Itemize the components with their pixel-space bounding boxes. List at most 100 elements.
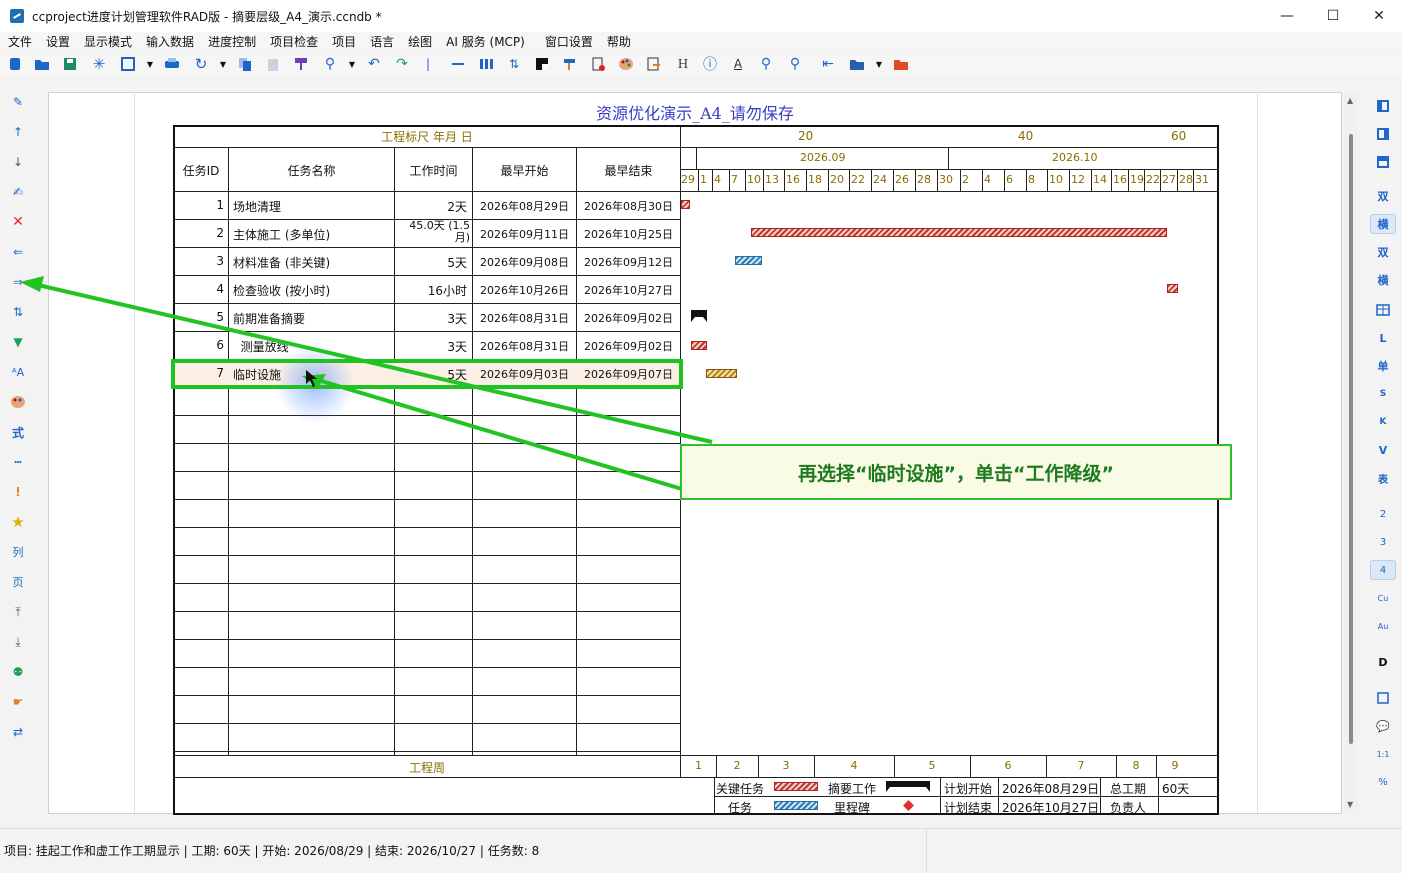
arrow-up-icon[interactable]: ↑ <box>10 124 26 140</box>
move-top-icon[interactable]: ⤒ <box>10 604 26 620</box>
table-icon[interactable] <box>1370 300 1396 320</box>
task-end-cell[interactable]: 2026年09月12日 <box>577 254 680 270</box>
new-file-icon[interactable] <box>7 56 23 72</box>
redo-icon[interactable]: ↷ <box>394 56 410 72</box>
menu-project-check[interactable]: 项目检查 <box>270 33 318 50</box>
menu-project[interactable]: 项目 <box>332 33 356 50</box>
task-start-cell[interactable]: 2026年10月26日 <box>473 282 576 298</box>
au-button[interactable]: Au <box>1370 616 1396 636</box>
scroll-down-icon[interactable]: ▼ <box>1347 800 1353 809</box>
mode-double-button[interactable]: 双 <box>1370 186 1396 206</box>
task-duration-cell[interactable]: 3天 <box>397 310 467 327</box>
palette-icon[interactable] <box>10 394 26 410</box>
task-end-cell[interactable]: 2026年08月30日 <box>577 198 680 214</box>
filter-icon[interactable]: ▼ <box>10 334 26 350</box>
back-icon[interactable]: ⇤ <box>820 56 836 72</box>
swap-icon[interactable]: ⇅ <box>10 304 26 320</box>
menu-language[interactable]: 语言 <box>370 33 394 50</box>
mode-v-button[interactable]: V <box>1370 440 1396 460</box>
task-id-cell[interactable]: 6 <box>174 338 224 352</box>
mode-table-button[interactable]: 表 <box>1370 468 1396 488</box>
task-name-cell[interactable]: 前期准备摘要 <box>233 310 393 327</box>
mode-k-button[interactable]: K <box>1370 412 1396 432</box>
gantt-bar-task-7[interactable] <box>706 369 737 378</box>
task-start-cell[interactable]: 2026年08月31日 <box>473 310 576 326</box>
dropdown-arrow-icon[interactable]: ▼ <box>871 56 887 72</box>
task-id-cell[interactable]: 4 <box>174 282 224 296</box>
arrow-down-icon[interactable]: ↓ <box>10 154 26 170</box>
gantt-bar-task-3[interactable] <box>735 256 762 265</box>
task-name-cell[interactable]: 检查验收 (按小时) <box>233 282 393 299</box>
task-duration-cell[interactable]: 5天 <box>397 254 467 271</box>
close-button[interactable]: ✕ <box>1356 0 1402 32</box>
image-export-icon[interactable] <box>120 56 136 72</box>
copy-icon[interactable] <box>237 56 253 72</box>
menu-file[interactable]: 文件 <box>8 33 32 50</box>
column-icon[interactable]: 列 <box>10 544 26 560</box>
gantt-summary-bar-task-5[interactable] <box>691 310 707 322</box>
task-name-cell[interactable]: 场地清理 <box>233 198 393 215</box>
report-icon[interactable] <box>590 56 606 72</box>
layout-icon[interactable] <box>1370 96 1396 116</box>
red-folder-icon[interactable] <box>893 56 909 72</box>
level-3-button[interactable]: 3 <box>1370 532 1396 552</box>
dropdown-arrow-icon[interactable]: ▼ <box>142 56 158 72</box>
menu-draw[interactable]: 绘图 <box>408 33 432 50</box>
task-id-cell[interactable]: 2 <box>174 226 224 240</box>
paste-icon[interactable] <box>265 56 281 72</box>
edit-note-icon[interactable] <box>646 56 662 72</box>
mode-single-button[interactable]: 单 <box>1370 356 1396 376</box>
folder-icon[interactable] <box>849 56 865 72</box>
hand-icon[interactable]: ☛ <box>10 694 26 710</box>
menu-display-mode[interactable]: 显示模式 <box>84 33 132 50</box>
font-size-icon[interactable]: ᴬA <box>10 364 26 380</box>
task-start-cell[interactable]: 2026年09月08日 <box>473 254 576 270</box>
task-duration-cell[interactable]: 45.0天 (1.5月) <box>397 220 470 244</box>
task-end-cell[interactable]: 2026年09月02日 <box>577 310 680 326</box>
dropdown-arrow-icon[interactable]: ▼ <box>344 56 360 72</box>
warning-icon[interactable]: ! <box>10 484 26 500</box>
gantt-bar-task-2[interactable] <box>751 228 1167 237</box>
contrast-icon[interactable] <box>534 56 550 72</box>
font-icon[interactable]: A <box>730 56 746 72</box>
brush-icon[interactable] <box>562 56 578 72</box>
d-button[interactable]: D <box>1370 652 1396 672</box>
zoom-in-icon[interactable]: ⚲ <box>787 56 803 72</box>
box-icon[interactable] <box>1370 688 1396 708</box>
gantt-bar-task-4[interactable] <box>1167 284 1178 293</box>
move-bottom-icon[interactable]: ⤓ <box>10 634 26 650</box>
task-end-cell[interactable]: 2026年10月27日 <box>577 282 680 298</box>
upgrade-icon[interactable]: ⇐ <box>10 244 26 260</box>
menu-help[interactable]: 帮助 <box>607 33 631 50</box>
task-name-cell[interactable]: 主体施工 (多单位) <box>233 226 393 243</box>
dropdown-arrow-icon[interactable]: ▼ <box>215 56 231 72</box>
edit-icon[interactable]: ✍ <box>10 184 26 200</box>
refresh-icon[interactable]: ↻ <box>193 55 209 73</box>
gantt-bar-task-6[interactable] <box>691 341 707 350</box>
level-4-button[interactable]: 4 <box>1370 560 1396 580</box>
star-icon[interactable]: ★ <box>10 513 26 531</box>
mode-horizontal-alt-button[interactable]: 横 <box>1370 270 1396 290</box>
scroll-thumb[interactable] <box>1349 134 1353 744</box>
exchange-icon[interactable]: ⇄ <box>10 724 26 740</box>
line-icon[interactable] <box>450 56 466 72</box>
layout-icon[interactable] <box>1370 124 1396 144</box>
gantt-bar-task-1[interactable] <box>681 200 690 209</box>
page-icon[interactable]: 页 <box>10 574 26 590</box>
undo-icon[interactable]: ↶ <box>366 56 382 72</box>
menu-window-settings[interactable]: 窗口设置 <box>545 33 593 50</box>
mode-horizontal-button[interactable]: 横 <box>1370 214 1396 234</box>
format-painter-icon[interactable] <box>293 56 309 72</box>
chat-icon[interactable]: 💬 <box>1370 716 1396 736</box>
dotted-line-icon[interactable]: ┅ <box>10 454 26 470</box>
scroll-up-icon[interactable]: ▲ <box>1347 96 1353 105</box>
task-id-cell[interactable]: 5 <box>174 310 224 324</box>
task-name-cell[interactable]: 材料准备 (非关键) <box>233 254 393 271</box>
task-duration-cell[interactable]: 2天 <box>397 198 467 215</box>
mode-double-alt-button[interactable]: 双 <box>1370 242 1396 262</box>
task-id-cell[interactable]: 1 <box>174 198 224 212</box>
task-start-cell[interactable]: 2026年09月11日 <box>473 226 576 242</box>
formula-icon[interactable]: 式 <box>10 424 26 440</box>
palette-icon[interactable] <box>618 56 634 72</box>
print-icon[interactable] <box>164 56 180 72</box>
